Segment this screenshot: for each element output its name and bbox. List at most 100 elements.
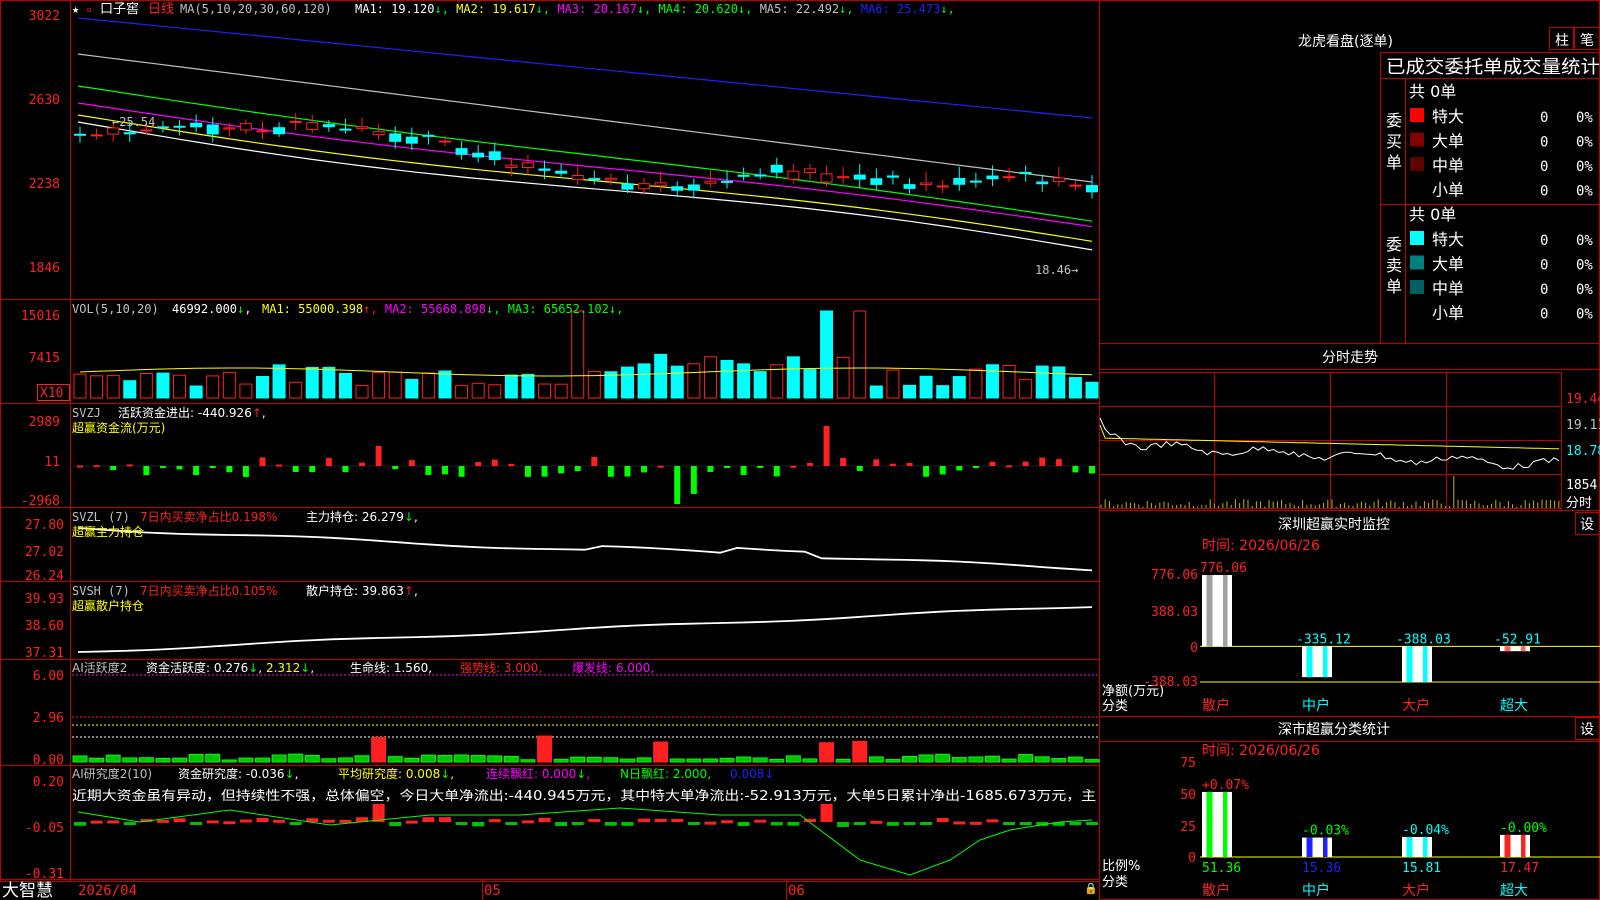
- y-tick-svsh-3: 37.31: [25, 646, 64, 661]
- lock-icon[interactable]: 🔒: [1084, 882, 1098, 895]
- candle-body: [1052, 177, 1065, 182]
- category-date: 时间: 2026/06/26: [1202, 743, 1320, 759]
- svzj-bar: [873, 459, 880, 466]
- volume-bar: [687, 363, 701, 399]
- ai-research-bar: [787, 822, 800, 826]
- candle-body: [1003, 176, 1016, 179]
- ai-research-bars: [74, 804, 1098, 876]
- svzj-bar: [524, 466, 531, 477]
- volume-bar: [123, 380, 137, 399]
- candlesticks: [74, 113, 1098, 199]
- svzj-bar: [425, 466, 432, 476]
- volume-bar: [637, 363, 651, 399]
- sell-row-swatch: [1410, 280, 1424, 294]
- sell-row-pct: 0%: [1576, 282, 1593, 298]
- ai-research-bar: [721, 820, 734, 824]
- y-tick-vol-2: 7415: [29, 351, 60, 366]
- category-category-label: 超大: [1500, 883, 1528, 899]
- candle-body: [886, 175, 899, 178]
- svzj-bar: [226, 466, 233, 473]
- ai-research-bar: [472, 822, 485, 827]
- svzl-line: [77, 527, 1093, 572]
- ma-legend-gap: [449, 2, 456, 16]
- intraday-footer: 分时: [1566, 496, 1592, 511]
- monitor-x-label: 分类: [1102, 699, 1128, 714]
- svzj-bar: [707, 466, 714, 472]
- ai-research-nday: N日飘红: 2.000,: [620, 766, 711, 781]
- category-value-label: 51.36: [1202, 861, 1241, 876]
- candle-body: [256, 130, 269, 133]
- ai-research-bar: [638, 818, 651, 822]
- volume-bar: [1085, 381, 1099, 399]
- ai-active-bar: [785, 755, 801, 763]
- ai-active-bar: [686, 758, 702, 763]
- volume-bar: [106, 374, 120, 399]
- period-label[interactable]: 日线: [148, 2, 174, 17]
- intraday-lines: [1099, 417, 1560, 508]
- ai-active-bar: [337, 757, 353, 763]
- refresh-icon[interactable]: ¤: [86, 5, 92, 16]
- ai-active-bar: [205, 753, 221, 763]
- sell-row-count: 0: [1540, 282, 1548, 298]
- sell-side-char-3: 单: [1386, 277, 1402, 296]
- candle-body: [223, 127, 236, 130]
- category-category-label: 散户: [1202, 882, 1230, 899]
- ai-active-bar: [586, 756, 602, 763]
- candle-body: [488, 151, 501, 161]
- candle-body: [1036, 181, 1049, 185]
- favorite-star-icon[interactable]: ★: [72, 2, 79, 16]
- candle-body: [936, 185, 949, 188]
- svzj-bar: [392, 466, 399, 470]
- svzj-bar: [641, 466, 648, 473]
- ma-legend: MA1: 19.120↓, MA2: 19.617↓, MA3: 20.167↓…: [355, 2, 955, 16]
- category-bar-stripe: [1406, 836, 1413, 857]
- candle-body: [704, 180, 717, 184]
- category-settings-button[interactable]: 设: [1580, 722, 1594, 738]
- ma-legend-gap: [651, 2, 658, 16]
- candle-body: [538, 168, 551, 171]
- candle-body: [737, 174, 750, 177]
- stock-chart-canvas[interactable]: 776.06 散户 -335.12 中户 -388.03 大户 -52.91 超大 +0.07…: [0, 0, 1600, 900]
- ai-active-bar: [221, 759, 237, 763]
- volume-bar: [753, 371, 767, 399]
- ai-research-bar: [422, 817, 435, 822]
- intraday-y-1: 19.44: [1566, 392, 1600, 407]
- ai-research-label: 资金研究度: -0.036↓,: [178, 766, 298, 781]
- intraday-vol-label: 1854: [1566, 478, 1597, 493]
- monitor-bar-label: -52.91: [1494, 632, 1541, 647]
- sell-row-name: 中单: [1432, 279, 1464, 298]
- buy-side-char-2: 买: [1386, 132, 1402, 151]
- ai-research-bar: [74, 822, 86, 826]
- sell-row-name: 小单: [1432, 304, 1464, 323]
- y-tick-ai-2: 2.96: [33, 711, 64, 726]
- category-value-label: 15.36: [1302, 861, 1341, 876]
- svzj-bar: [906, 462, 913, 466]
- category-bar-stripe: [1223, 791, 1228, 857]
- candle-body: [123, 132, 136, 135]
- ai-active-bar: [537, 735, 553, 763]
- category-change-label: -0.03%: [1302, 824, 1349, 839]
- ai-research-bar: [322, 819, 335, 823]
- monitor-settings-button[interactable]: 设: [1580, 517, 1594, 533]
- volume-bar: [654, 353, 668, 399]
- svzj-bar: [126, 464, 133, 467]
- svzj-subtitle: 超赢资金流(万元): [72, 420, 165, 435]
- ai-research-bar: [571, 822, 584, 825]
- svzj-indicator-name: SVZJ: [72, 406, 101, 420]
- tick-mode-button[interactable]: 笔: [1580, 33, 1594, 49]
- candle-body: [422, 134, 435, 137]
- y-tick-svzl-1: 27.80: [25, 518, 64, 533]
- sell-side-char-1: 委: [1386, 235, 1402, 254]
- ai-research-bar: [837, 822, 850, 827]
- bar-mode-button[interactable]: 柱: [1555, 33, 1569, 49]
- volume-bar: [903, 384, 917, 399]
- candle-body: [74, 133, 86, 136]
- candle-body: [870, 178, 883, 185]
- volume-bar: [305, 366, 319, 399]
- ai-research-bar: [1019, 822, 1032, 825]
- svzj-bar: [242, 466, 249, 477]
- ai-research-bar: [969, 821, 982, 825]
- volume-bars: [73, 310, 1099, 399]
- monitor-category-label: 中户: [1302, 697, 1330, 714]
- svzj-bar: [1089, 466, 1095, 474]
